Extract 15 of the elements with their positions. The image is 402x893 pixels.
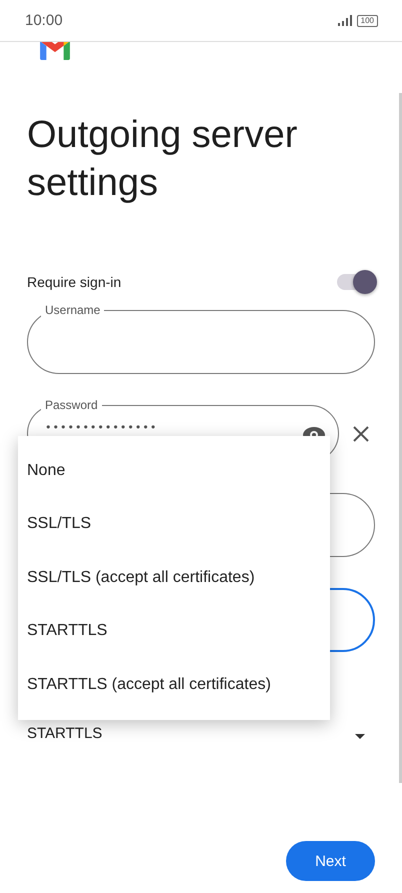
menu-item[interactable]: STARTTLS [18, 604, 330, 658]
page-title: Outgoing server settings [27, 113, 298, 206]
security-dropdown[interactable]: STARTTLS [27, 724, 375, 743]
require-sign-in-label: Require sign-in [27, 274, 122, 290]
caret-icon [355, 734, 365, 739]
close-icon[interactable] [353, 426, 369, 442]
menu-item[interactable]: SSL/TLS (accept all certificates) [18, 551, 330, 604]
battery-indicator: 100 [356, 14, 378, 26]
input-field[interactable]: Username [27, 302, 375, 374]
menu-item[interactable]: STARTTLS (accept all certificates) [18, 658, 330, 712]
menu-item[interactable]: None [18, 444, 330, 498]
menu-item[interactable]: SSL/TLS [18, 498, 330, 551]
next-button[interactable]: Next [286, 841, 375, 881]
signal-icon [338, 15, 352, 26]
clock-time: 10:00 [25, 12, 63, 29]
